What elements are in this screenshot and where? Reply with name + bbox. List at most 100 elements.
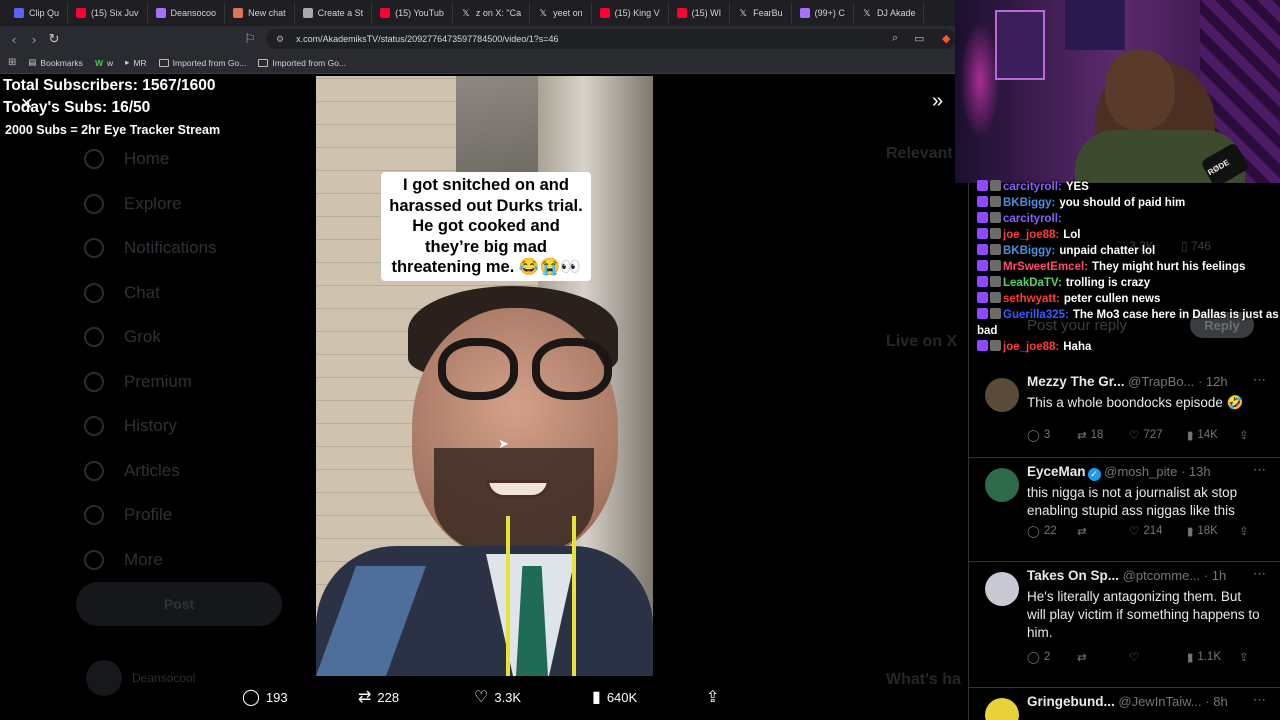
views-action[interactable]: ▮ 14K: [1187, 428, 1218, 442]
chat-username[interactable]: LeakDaTV:: [1003, 277, 1062, 289]
reply-action[interactable]: ◯ 193: [242, 687, 288, 707]
like-action[interactable]: ♡ 3.3K: [474, 687, 521, 707]
reply-tweet[interactable]: Takes On Sp... @ptcomme... · 1h ⋯ He's lit…: [969, 562, 1280, 688]
browser-tab[interactable]: Deansocoo: [148, 3, 226, 23]
zoom-icon[interactable]: ⌕: [892, 32, 898, 45]
bookmark-item[interactable]: Imported from Go...: [158, 58, 246, 68]
repost-action[interactable]: ⇄: [1077, 650, 1091, 664]
chat-username[interactable]: BKBiggy:: [1003, 197, 1055, 209]
reply-tweet[interactable]: Mezzy The Gr... @TrapBo... · 12h ⋯ This a …: [969, 368, 1280, 458]
browser-tab[interactable]: Clip Qu: [6, 3, 69, 23]
chat-username[interactable]: BKBiggy:: [1003, 245, 1055, 257]
handle[interactable]: @mosh_pite: [1104, 464, 1177, 479]
bookmarks-icon: ▤: [28, 57, 37, 67]
browser-tab[interactable]: 𝕏z on X: "Ca: [453, 3, 531, 23]
chat-username[interactable]: carcityroll:: [1003, 213, 1062, 225]
nav-item[interactable]: Profile: [84, 493, 217, 538]
bookmark-item[interactable]: Ww: [95, 58, 113, 68]
chat-badge-icon: [990, 276, 1001, 287]
bookmark-item[interactable]: ▸ MR: [125, 57, 147, 68]
browser-tab[interactable]: (15) Six Juv: [68, 3, 148, 23]
share-action[interactable]: ⇪: [1239, 650, 1249, 664]
nav-item[interactable]: Chat: [84, 271, 217, 316]
timestamp[interactable]: 13h: [1189, 464, 1211, 479]
nav-item[interactable]: Explore: [84, 182, 217, 227]
more-icon[interactable]: ⋯: [1253, 566, 1266, 582]
chat-username[interactable]: MrSweetEmcel:: [1003, 261, 1088, 273]
browser-tab[interactable]: 𝕏 DJ Akade: [854, 3, 925, 23]
display-name[interactable]: Takes On Sp...: [1027, 568, 1119, 583]
reply-tweet[interactable]: EyceMan ✓ @mosh_pite · 13h ⋯ this nigga is …: [969, 458, 1280, 562]
chat-username[interactable]: sethwyatt:: [1003, 293, 1060, 305]
avatar[interactable]: [985, 468, 1019, 502]
nav-item[interactable]: Home: [84, 137, 217, 182]
video-player[interactable]: I got snitched on and harassed out Durks…: [316, 76, 653, 676]
views-action[interactable]: ▮ 640K: [592, 687, 637, 707]
handle[interactable]: @TrapBo...: [1128, 374, 1194, 389]
expand-icon[interactable]: »: [932, 90, 943, 113]
reader-icon[interactable]: ▭: [914, 32, 924, 45]
repost-action[interactable]: ⇄: [1077, 524, 1091, 538]
avatar[interactable]: [985, 572, 1019, 606]
browser-tab[interactable]: (99+) C: [792, 3, 854, 23]
reload-icon[interactable]: ↻: [44, 31, 64, 47]
browser-tab[interactable]: 𝕏 FearBu: [730, 3, 792, 23]
views-action[interactable]: ▮ 1.1K: [1187, 650, 1221, 664]
nav-item[interactable]: History: [84, 404, 217, 449]
handle[interactable]: @JewInTaiw...: [1118, 694, 1201, 709]
nav-item[interactable]: More: [84, 538, 217, 583]
reply-action[interactable]: ◯ 2: [1027, 650, 1050, 664]
chat-username[interactable]: Guerilla325:: [1003, 309, 1069, 321]
share-action[interactable]: ⇪: [706, 687, 719, 707]
nav-item[interactable]: Articles: [84, 449, 217, 494]
browser-tab[interactable]: (15) WI: [669, 3, 731, 23]
twitch-icon: [155, 8, 166, 18]
nav-item[interactable]: Grok: [84, 315, 217, 360]
avatar[interactable]: [985, 378, 1019, 412]
forward-icon[interactable]: ›: [24, 32, 44, 47]
repost-action[interactable]: ⇄ 228: [358, 687, 399, 707]
like-action[interactable]: ♡ 214: [1129, 524, 1163, 538]
avatar[interactable]: [985, 698, 1019, 720]
browser-tab[interactable]: New chat: [225, 3, 295, 23]
account-switcher[interactable]: Deansocool: [86, 660, 195, 696]
post-button[interactable]: Post: [76, 582, 282, 626]
apps-grid-icon[interactable]: ⊞: [8, 57, 16, 68]
browser-tab[interactable]: (15) King V: [592, 3, 669, 23]
reply-action[interactable]: ◯ 3: [1027, 428, 1050, 442]
more-icon[interactable]: ⋯: [1253, 692, 1266, 708]
bookmark-item[interactable]: ▤ Bookmarks: [28, 57, 83, 68]
site-settings-icon[interactable]: ⚙: [276, 34, 284, 45]
timestamp[interactable]: 12h: [1206, 374, 1228, 389]
back-icon[interactable]: ‹: [4, 32, 24, 47]
chat-username[interactable]: joe_joe88:: [1003, 229, 1059, 241]
share-action[interactable]: ⇪: [1239, 428, 1249, 442]
like-action[interactable]: ♡ 727: [1129, 428, 1163, 442]
share-action[interactable]: ⇪: [1239, 524, 1249, 538]
like-action[interactable]: ♡: [1129, 650, 1143, 664]
more-icon[interactable]: ⋯: [1253, 372, 1266, 388]
handle[interactable]: @ptcomme...: [1123, 568, 1201, 583]
more-icon[interactable]: ⋯: [1253, 462, 1266, 478]
views-action[interactable]: ▮ 18K: [1187, 524, 1218, 538]
reply-tweet[interactable]: Gringebund... @JewInTaiw... · 8h ⋯: [969, 688, 1280, 720]
display-name[interactable]: Gringebund...: [1027, 694, 1115, 709]
display-name[interactable]: EyceMan: [1027, 464, 1086, 479]
nav-item[interactable]: Notifications: [84, 226, 217, 271]
timestamp[interactable]: 8h: [1213, 694, 1227, 709]
bookmark-page-icon[interactable]: ⚐: [240, 31, 260, 47]
nav-item[interactable]: Premium: [84, 360, 217, 405]
brave-shield-icon[interactable]: ◆: [942, 32, 950, 45]
close-icon[interactable]: ✕: [20, 94, 33, 114]
browser-tab[interactable]: Create a St: [295, 3, 373, 23]
repost-action[interactable]: ⇄ 18: [1077, 428, 1103, 442]
url-field[interactable]: ⚙ x.com/AkademiksTV/status/2092776473597…: [266, 29, 956, 49]
browser-tab[interactable]: (15) YouTub: [372, 3, 453, 23]
timestamp[interactable]: 1h: [1212, 568, 1226, 583]
reply-action[interactable]: ◯ 22: [1027, 524, 1057, 538]
chat-username[interactable]: carcityroll:: [1003, 181, 1062, 193]
chat-username[interactable]: joe_joe88:: [1003, 341, 1059, 353]
bookmark-item[interactable]: Imported from Go...: [258, 58, 346, 68]
browser-tab[interactable]: 𝕏yeet on: [530, 3, 592, 23]
display-name[interactable]: Mezzy The Gr...: [1027, 374, 1125, 389]
